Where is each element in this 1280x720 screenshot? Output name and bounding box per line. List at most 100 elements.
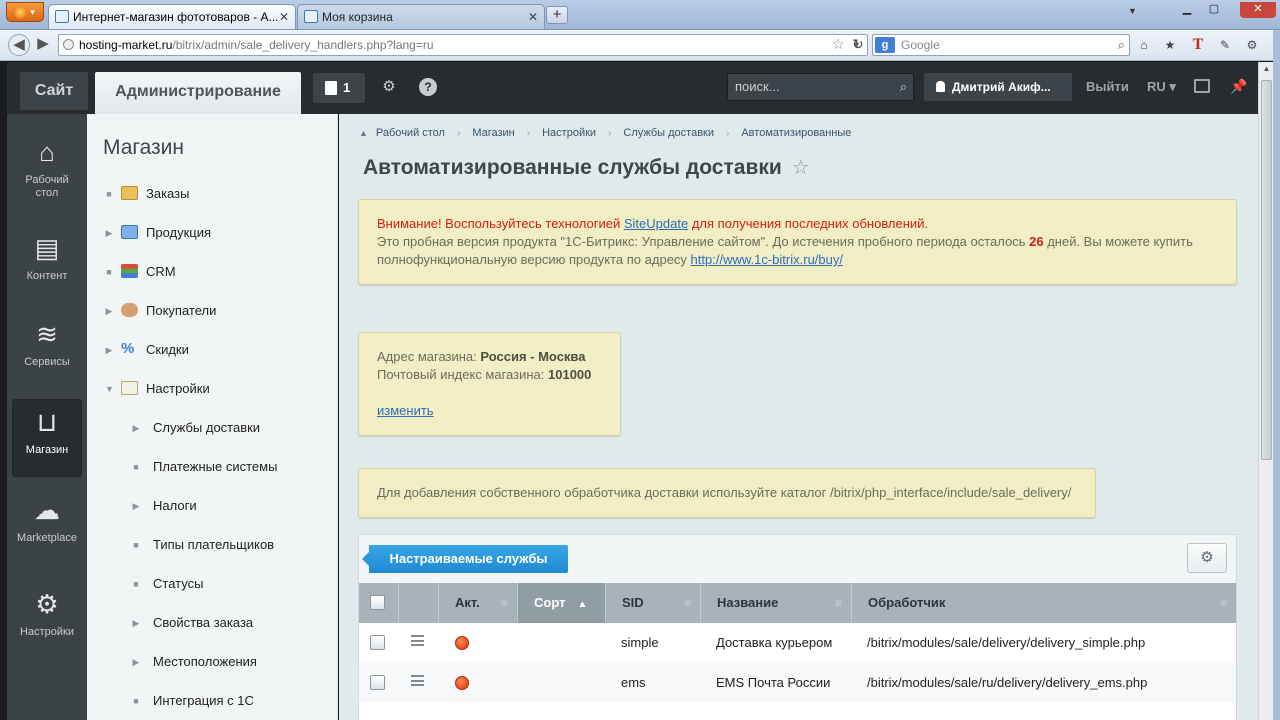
row-checkbox[interactable] (370, 675, 385, 690)
admin-mode-button[interactable]: Администрирование (95, 72, 301, 114)
google-icon: g (875, 37, 895, 53)
scrollbar-thumb[interactable] (1261, 80, 1272, 460)
expand-arrow-icon[interactable]: ▶ (132, 494, 140, 518)
menu-item-services[interactable]: ≋ Сервисы (12, 312, 82, 390)
menu-item-settings[interactable]: ⚙ Настройки (12, 582, 82, 660)
browser-search-input[interactable]: g Google ⌕ (872, 34, 1130, 56)
expand-arrow-icon[interactable]: ▶ (132, 611, 140, 635)
select-all-checkbox[interactable] (370, 595, 385, 610)
bullet-icon: ■ (106, 267, 112, 277)
crm-icon (121, 264, 138, 278)
notifications-button[interactable]: 1 (313, 73, 365, 103)
expand-arrow-icon[interactable]: ▶ (105, 221, 113, 245)
browser-tab-cart[interactable]: Моя корзина ✕ (297, 4, 545, 29)
row-handler: /bitrix/modules/sale/delivery/delivery_s… (867, 635, 1146, 650)
window-close-icon[interactable]: ✕ (1240, 2, 1276, 18)
browser-tab-shop[interactable]: Интернет-магазин фототоваров - А... ✕ (48, 4, 296, 29)
extension-addon-icon[interactable]: ⚙ (1242, 36, 1262, 54)
maximize-icon[interactable]: ▢ (1203, 2, 1225, 18)
chevron-right-icon: › (456, 128, 461, 139)
row-actions-menu-icon[interactable] (411, 635, 424, 646)
notifications-count: 1 (343, 80, 351, 95)
search-icon[interactable]: ⌕ (900, 74, 907, 100)
site-mode-button[interactable]: Сайт (20, 72, 88, 110)
shop-favicon-icon (55, 10, 69, 23)
bullet-icon: ■ (106, 189, 112, 199)
tab-list-icon[interactable]: ▼ (1128, 6, 1137, 16)
row-name: Доставка курьером (716, 635, 833, 650)
grid-settings-gear-icon[interactable]: ⚙ (1187, 543, 1227, 573)
favorite-star-icon[interactable]: ☆ (792, 157, 810, 179)
breadcrumb-item[interactable]: Магазин (472, 127, 514, 139)
menu-item-desktop[interactable]: ⌂ Рабочий стол (12, 130, 82, 208)
menu-item-marketplace[interactable]: ☁ Marketplace (12, 488, 82, 566)
table-row[interactable]: ems EMS Почта России /bitrix/modules/sal… (359, 663, 1236, 703)
row-checkbox[interactable] (370, 635, 385, 650)
row-sid: ems (621, 675, 646, 690)
expand-arrow-icon[interactable]: ▶ (105, 299, 113, 323)
buy-link[interactable]: http://www.1c-bitrix.ru/buy/ (691, 252, 843, 267)
column-header-handler[interactable]: Обработчик ≡ (852, 583, 1236, 623)
delivery-handlers-grid: Настраиваемые службы ⚙ Акт. ≡ Сорт ▲ SID ≡ … (358, 534, 1237, 720)
change-address-link[interactable]: изменить (377, 403, 434, 418)
breadcrumb-item[interactable]: Автоматизированные (741, 127, 851, 139)
custom-handler-info-note: Для добавления собственного обработчика … (358, 468, 1096, 518)
bookmark-star-icon[interactable]: ☆ (832, 35, 845, 55)
expand-arrow-icon[interactable]: ▶ (132, 416, 140, 440)
settings-doc-icon (121, 381, 138, 395)
minimize-icon[interactable]: ▁ (1176, 2, 1198, 18)
table-row[interactable]: simple Доставка курьером /bitrix/modules… (359, 623, 1236, 663)
breadcrumb-up-icon[interactable]: ▲ (359, 128, 368, 138)
page-title: Автоматизированные службы доставки ☆ (363, 156, 810, 179)
translate-addon-icon[interactable]: T (1188, 36, 1208, 54)
search-icon[interactable]: ⌕ (1118, 35, 1125, 55)
menu-item-store[interactable]: ⊔ Магазин (12, 399, 82, 477)
trial-days-count: 26 (1029, 234, 1044, 249)
admin-search-input[interactable]: поиск... ⌕ (727, 73, 914, 101)
breadcrumb-item[interactable]: Рабочий стол (376, 127, 445, 139)
store-address-note: Адрес магазина: Россия - Москва Почтовый… (358, 332, 621, 436)
logout-link[interactable]: Выйти (1086, 73, 1129, 101)
siteupdate-link[interactable]: SiteUpdate (624, 216, 688, 231)
firefox-icon (15, 6, 28, 19)
forward-icon[interactable]: ▶ (34, 34, 52, 56)
scroll-up-icon[interactable]: ▲ (1261, 64, 1272, 76)
window-mode-icon[interactable] (1194, 79, 1210, 93)
home-toolbar-icon[interactable]: ⌂ (1134, 36, 1154, 54)
reload-icon[interactable]: ↻ (852, 36, 864, 53)
address-bar[interactable]: hosting-market.ru/bitrix/admin/sale_deli… (58, 34, 868, 56)
column-menu-icon[interactable]: ≡ (1220, 583, 1227, 623)
orders-icon (121, 186, 138, 200)
back-icon[interactable]: ◀ (8, 34, 30, 56)
folder-icon (121, 225, 138, 239)
new-tab-button[interactable]: + (546, 6, 568, 24)
column-menu-icon[interactable]: ≡ (684, 583, 691, 623)
firefox-menu-button[interactable]: ▾ (6, 2, 44, 22)
tools-addon-icon[interactable]: ✎ (1215, 36, 1235, 54)
column-header-sid[interactable]: SID ≡ (606, 583, 701, 623)
row-actions-menu-icon[interactable] (411, 675, 424, 686)
language-selector[interactable]: RU ▾ (1147, 73, 1176, 101)
column-header-sort[interactable]: Сорт ▲ (518, 583, 606, 623)
menu-item-content[interactable]: ▤ Контент (12, 226, 82, 304)
tab-close-icon[interactable]: ✕ (528, 5, 538, 29)
column-menu-icon[interactable]: ≡ (501, 583, 508, 623)
breadcrumb-item[interactable]: Службы доставки (623, 127, 714, 139)
collapse-arrow-icon[interactable]: ▼ (105, 377, 114, 401)
chevron-right-icon: › (608, 128, 612, 139)
breadcrumb-item[interactable]: Настройки (542, 127, 596, 139)
expand-arrow-icon[interactable]: ▶ (105, 338, 113, 362)
column-header-active[interactable]: Акт. ≡ (439, 583, 518, 623)
user-profile-button[interactable]: Дмитрий Акиф... (924, 73, 1072, 101)
bookmarks-toolbar-icon[interactable]: ★ (1160, 36, 1180, 54)
help-icon[interactable]: ? (419, 78, 437, 96)
pin-panel-icon[interactable]: 📌 (1230, 78, 1247, 95)
column-header-name[interactable]: Название ≡ (701, 583, 852, 623)
tab-custom-services[interactable]: Настраиваемые службы (362, 545, 568, 573)
expand-arrow-icon[interactable]: ▶ (132, 650, 140, 674)
window-frame (1273, 30, 1280, 720)
column-menu-icon[interactable]: ≡ (835, 583, 842, 623)
settings-gear-icon[interactable]: ⚙ (380, 78, 398, 96)
page-scrollbar[interactable]: ▲ (1258, 62, 1273, 720)
tab-close-icon[interactable]: ✕ (279, 5, 289, 29)
